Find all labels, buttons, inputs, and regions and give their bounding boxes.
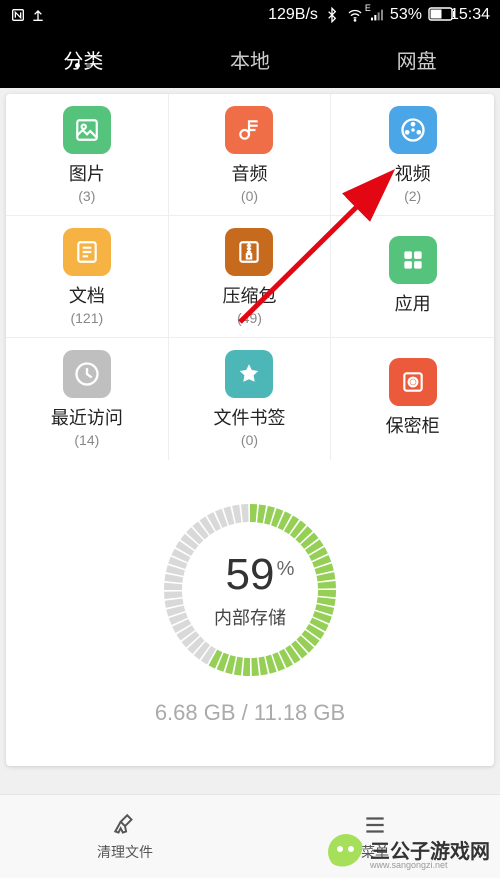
tab-local[interactable]: 本地 xyxy=(167,45,334,74)
picture-icon xyxy=(63,106,111,154)
category-pictures[interactable]: 图片 (3) xyxy=(6,94,169,216)
tab-label: 分类 xyxy=(63,51,103,73)
category-label: 最近访问 xyxy=(51,404,123,430)
nfc-icon xyxy=(10,7,26,23)
data-rate: 129B/s xyxy=(268,6,318,24)
broom-icon xyxy=(112,812,138,838)
category-label: 图片 xyxy=(69,160,105,186)
category-grid: 图片 (3) 音频 (0) 视频 (2) 文档 (121) xyxy=(6,94,494,460)
category-label: 应用 xyxy=(395,290,431,316)
storage-label: 内部存储 xyxy=(214,604,286,630)
category-label: 保密柜 xyxy=(386,412,440,438)
status-bar: 129B/s E 53% 15:34 xyxy=(0,0,500,30)
signal-icon: E xyxy=(368,7,384,23)
category-count: (0) xyxy=(241,432,258,448)
tab-label: 网盘 xyxy=(397,51,437,73)
category-label: 音频 xyxy=(231,160,267,186)
category-label: 压缩包 xyxy=(222,282,276,308)
category-label: 文件书签 xyxy=(213,404,285,430)
watermark-logo-icon xyxy=(328,834,364,870)
bluetooth-icon xyxy=(324,7,340,23)
archive-icon xyxy=(225,228,273,276)
video-icon xyxy=(389,106,437,154)
category-count: (49) xyxy=(237,310,262,326)
category-audio[interactable]: 音频 (0) xyxy=(169,94,332,216)
storage-percent: 59 xyxy=(226,550,275,599)
category-count: (2) xyxy=(404,188,421,204)
percent-symbol: % xyxy=(277,558,295,581)
category-apps[interactable]: 应用 xyxy=(331,216,494,338)
storage-section: 59% 内部存储 6.68 GB / 11.18 GB xyxy=(6,460,494,766)
watermark: 三公子游戏网 www.sangongzi.net xyxy=(328,834,490,870)
tab-category[interactable]: 分类 xyxy=(0,45,167,74)
wifi-icon xyxy=(346,7,362,23)
storage-text: 6.68 GB / 11.18 GB xyxy=(6,700,494,726)
main-card: 图片 (3) 音频 (0) 视频 (2) 文档 (121) xyxy=(6,94,494,766)
upload-icon xyxy=(30,7,46,23)
category-count: (3) xyxy=(78,188,95,204)
category-count: (14) xyxy=(74,432,99,448)
category-count: (0) xyxy=(241,188,258,204)
tab-bar: 分类 本地 网盘 xyxy=(0,30,500,88)
audio-icon xyxy=(225,106,273,154)
battery-icon xyxy=(428,7,444,23)
page-dot xyxy=(86,63,91,68)
clock: 15:34 xyxy=(450,6,490,24)
star-icon xyxy=(225,350,273,398)
tab-label: 本地 xyxy=(230,51,270,73)
battery-percent: 53% xyxy=(390,6,422,24)
category-safe[interactable]: 保密柜 xyxy=(331,338,494,460)
category-recent[interactable]: 最近访问 (14) xyxy=(6,338,169,460)
category-label: 文档 xyxy=(69,282,105,308)
category-label: 视频 xyxy=(395,160,431,186)
clean-files-button[interactable]: 清理文件 xyxy=(0,812,250,862)
document-icon xyxy=(63,228,111,276)
category-bookmarks[interactable]: 文件书签 (0) xyxy=(169,338,332,460)
tab-cloud[interactable]: 网盘 xyxy=(333,45,500,74)
storage-ring[interactable]: 59% 内部存储 xyxy=(160,500,340,680)
clock-icon xyxy=(63,350,111,398)
category-archives[interactable]: 压缩包 (49) xyxy=(169,216,332,338)
page-dot-active xyxy=(75,63,80,68)
bottom-label: 清理文件 xyxy=(97,842,153,862)
category-video[interactable]: 视频 (2) xyxy=(331,94,494,216)
category-count: (121) xyxy=(70,310,103,326)
category-documents[interactable]: 文档 (121) xyxy=(6,216,169,338)
apps-icon xyxy=(389,236,437,284)
safe-icon xyxy=(389,358,437,406)
